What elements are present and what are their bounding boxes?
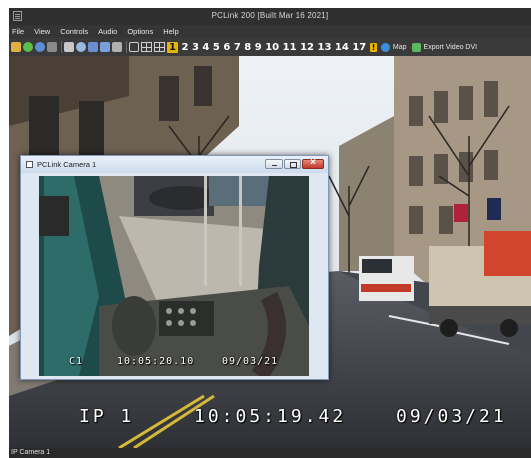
camera-window-title: PCLink Camera 1 bbox=[37, 160, 97, 169]
multi-view-icon[interactable] bbox=[154, 42, 165, 52]
map-label: Map bbox=[392, 43, 407, 51]
main-osd-channel: IP 1 bbox=[79, 406, 135, 427]
menu-options[interactable]: Options bbox=[127, 27, 153, 36]
camera-button-11[interactable]: 11 bbox=[283, 42, 297, 53]
camera-osd-time: 10:05:20.10 bbox=[117, 356, 195, 367]
menu-bar: File View Controls Audio Options Help bbox=[9, 25, 531, 38]
toolbar-divider bbox=[126, 41, 127, 53]
camera-button-8[interactable]: 8 bbox=[244, 42, 251, 53]
globe-icon[interactable] bbox=[35, 42, 45, 52]
menu-controls[interactable]: Controls bbox=[60, 27, 88, 36]
folder-open-icon[interactable] bbox=[11, 42, 21, 52]
search-icon[interactable] bbox=[76, 42, 86, 52]
camera-button-2[interactable]: 2 bbox=[181, 42, 188, 53]
camera-button-17[interactable]: 17 bbox=[352, 42, 366, 53]
camera-button-10[interactable]: 10 bbox=[265, 42, 279, 53]
camera-button-13[interactable]: 13 bbox=[317, 42, 331, 53]
camera-button-9[interactable]: 9 bbox=[255, 42, 262, 53]
copy-icon[interactable] bbox=[64, 42, 74, 52]
camera-button-12[interactable]: 12 bbox=[300, 42, 314, 53]
export-video-label: Export Video DVI bbox=[423, 43, 478, 51]
camera-1-window[interactable]: PCLink Camera 1 × C1 10:05:20.10 09/03/2… bbox=[20, 155, 329, 380]
camera-osd-date: 09/03/21 bbox=[222, 356, 279, 367]
menu-file[interactable]: File bbox=[12, 27, 24, 36]
title-bar: PCLink 200 [Built Mar 16 2021] bbox=[9, 8, 531, 25]
camera-1-view[interactable]: C1 10:05:20.10 09/03/21 bbox=[39, 176, 309, 376]
close-button[interactable] bbox=[302, 157, 324, 169]
window-title: PCLink 200 [Built Mar 16 2021] bbox=[211, 11, 329, 20]
single-view-icon[interactable] bbox=[129, 42, 139, 52]
main-osd-time: 10:05:19.42 bbox=[194, 406, 347, 427]
map-globe-icon bbox=[380, 42, 390, 52]
maximize-button[interactable] bbox=[284, 159, 301, 169]
window-icon bbox=[26, 161, 33, 168]
quad-view-icon[interactable] bbox=[141, 42, 152, 52]
toolbar-divider bbox=[61, 41, 62, 53]
camera-button-5[interactable]: 5 bbox=[213, 42, 220, 53]
camera-button-4[interactable]: 4 bbox=[202, 42, 209, 53]
export-icon[interactable] bbox=[100, 42, 110, 52]
bus-cab-image bbox=[39, 176, 309, 376]
camera-osd-channel: C1 bbox=[69, 356, 84, 367]
map-button[interactable]: Map bbox=[380, 42, 407, 52]
toolbar: 1 2 3 4 5 6 7 8 9 10 11 12 13 14 17 ! Ma… bbox=[9, 38, 531, 56]
camera-button-14[interactable]: 14 bbox=[335, 42, 349, 53]
menu-help[interactable]: Help bbox=[163, 27, 178, 36]
save-icon[interactable] bbox=[88, 42, 98, 52]
main-osd-date: 09/03/21 bbox=[396, 406, 507, 427]
minimize-button[interactable] bbox=[265, 159, 283, 169]
disk-icon[interactable] bbox=[47, 42, 57, 52]
camera-button-1[interactable]: 1 bbox=[167, 41, 178, 53]
export-video-button[interactable]: Export Video DVI bbox=[411, 42, 478, 52]
play-green-icon[interactable] bbox=[23, 42, 33, 52]
camera-button-6[interactable]: 6 bbox=[223, 42, 230, 53]
status-bar: IP Camera 1 bbox=[9, 448, 531, 458]
warning-toggle-icon[interactable]: ! bbox=[369, 42, 378, 52]
print-icon[interactable] bbox=[112, 42, 122, 52]
camera-button-7[interactable]: 7 bbox=[234, 42, 241, 53]
camera-button-3[interactable]: 3 bbox=[192, 42, 199, 53]
menu-audio[interactable]: Audio bbox=[98, 27, 117, 36]
menu-view[interactable]: View bbox=[34, 27, 50, 36]
export-video-icon bbox=[411, 42, 421, 52]
camera-window-titlebar[interactable]: PCLink Camera 1 bbox=[21, 156, 328, 173]
